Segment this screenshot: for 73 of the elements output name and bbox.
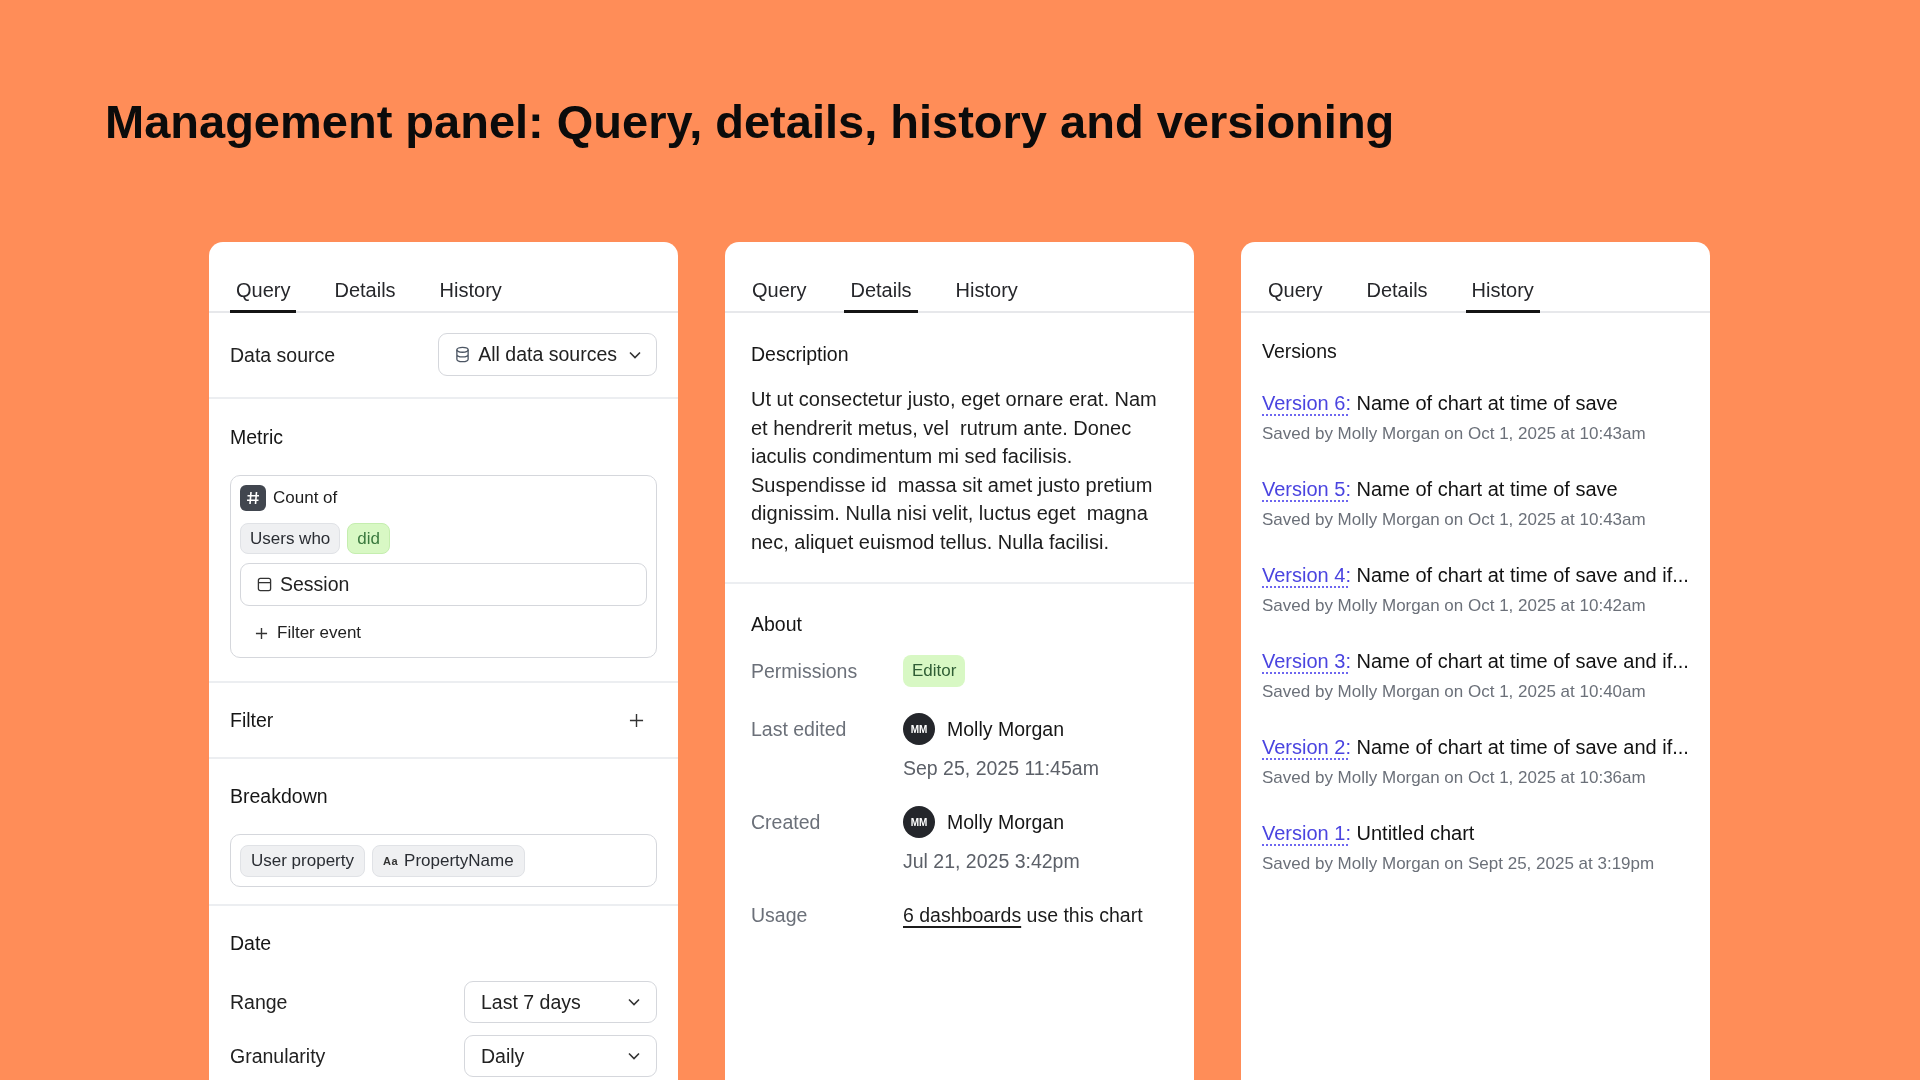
section-title: Description [751, 342, 850, 366]
count-label: Count of [273, 488, 338, 508]
version-title: Version 5: Name of chart at time of save [1262, 477, 1619, 501]
plus-icon [255, 626, 268, 640]
section-title: Breakdown [230, 784, 329, 808]
chevron-down-icon [628, 1052, 640, 1060]
section-title: Date [230, 931, 273, 955]
page-title: Management panel: Query, details, history and versioning [104, 94, 1396, 150]
property-label: Usage [751, 903, 809, 928]
condition-chip[interactable]: Users who [240, 523, 341, 554]
version-meta: Saved by Molly Morgan on Oct 1, 2025 at 10:36am [1262, 768, 1647, 788]
chevron-down-icon [629, 350, 641, 359]
tab[interactable]: Details [1360, 278, 1434, 313]
add-filter-event-button[interactable]: Filter event [255, 623, 362, 643]
user-name: Molly Morgan [947, 717, 1065, 741]
version-link[interactable]: Version 3: [1262, 650, 1351, 672]
version-title: Version 3: Name of chart at time of save and if... [1262, 649, 1689, 673]
field-label: Range [230, 990, 288, 1014]
version-meta: Saved by Molly Morgan on Oct 1, 2025 at 10:42am [1262, 596, 1647, 616]
user-avatar: MM [903, 806, 935, 838]
version-meta: Saved by Molly Morgan on Oct 1, 2025 at 10:43am [1262, 424, 1647, 444]
data-source-dropdown[interactable]: All data sources [438, 333, 657, 376]
version-link[interactable]: Version 2: [1262, 736, 1351, 758]
version-link[interactable]: Version 1: [1262, 822, 1351, 844]
database-icon [455, 346, 471, 363]
add-filter-button[interactable] [629, 712, 644, 728]
window-icon [257, 577, 272, 592]
date-text: Jul 21, 2025 3:42pm [903, 849, 1080, 873]
dropdown[interactable]: Daily [464, 1035, 657, 1077]
tab[interactable]: History [949, 278, 1024, 313]
tab[interactable]: History [433, 278, 508, 313]
version-title: Version 2: Name of chart at time of save and if... [1262, 735, 1689, 759]
version-link[interactable]: Version 5: [1262, 478, 1351, 500]
breakdown-chip[interactable]: User property [240, 844, 365, 877]
version-link[interactable]: Version 6: [1262, 392, 1351, 414]
section-title: Filter [230, 708, 274, 732]
version-title: Version 6: Name of chart at time of save [1262, 391, 1619, 415]
tab[interactable]: Query [230, 278, 297, 313]
property-label: Last edited [751, 717, 848, 742]
text-type-icon: Aa [383, 854, 399, 867]
version-meta: Saved by Molly Morgan on Sept 25, 2025 at 3:19pm [1262, 854, 1656, 874]
description-text: Ut ut consectetur justo, eget ornare erat. Nam et hendrerit metus, vel rutrum ante. Donec iaculis condimentum mi sed facilisis. Suspendisse id massa sit amet justo pretium dignissim. Nulla nisi velit, luctus eget magna nec, aliquet euismod tellus. Nulla facilisi. [751, 387, 1158, 555]
tab[interactable]: Query [1262, 278, 1329, 313]
version-title: Version 1: Untitled chart [1262, 821, 1476, 845]
breakdown-field[interactable]: User property Aa PropertyName [230, 834, 657, 887]
breakdown-chip[interactable]: Aa PropertyName [372, 844, 525, 877]
section-title: About [751, 612, 803, 636]
event-selector[interactable]: Session [240, 563, 647, 606]
user-avatar: MM [903, 713, 935, 745]
chevron-down-icon [628, 998, 640, 1006]
tab[interactable]: Details [844, 278, 918, 313]
user-name: Molly Morgan [947, 810, 1065, 834]
tab[interactable]: Query [746, 278, 813, 313]
section-title: Metric [230, 425, 285, 449]
property-label: Permissions [751, 659, 859, 684]
tab[interactable]: Details [328, 278, 402, 313]
field-label: Data source [230, 342, 336, 367]
dropdown[interactable]: Last 7 days [464, 981, 657, 1023]
hash-icon [240, 485, 266, 511]
version-title: Version 4: Name of chart at time of save and if... [1262, 563, 1689, 587]
version-meta: Saved by Molly Morgan on Oct 1, 2025 at 10:40am [1262, 682, 1647, 702]
section-title: Versions [1262, 339, 1338, 363]
property-label: Created [751, 810, 822, 835]
dashboards-link[interactable]: 6 dashboards [903, 904, 1022, 926]
permission-tag: Editor [903, 655, 966, 687]
version-meta: Saved by Molly Morgan on Oct 1, 2025 at 10:43am [1262, 510, 1647, 530]
version-link[interactable]: Version 4: [1262, 564, 1351, 586]
tab[interactable]: History [1465, 278, 1540, 313]
field-label: Granularity [230, 1044, 326, 1068]
date-text: Sep 25, 2025 11:45am [903, 756, 1099, 780]
condition-chip[interactable]: did [347, 523, 390, 554]
usage-text: 6 dashboards use this chart [903, 903, 1143, 928]
plus-icon [629, 712, 644, 728]
